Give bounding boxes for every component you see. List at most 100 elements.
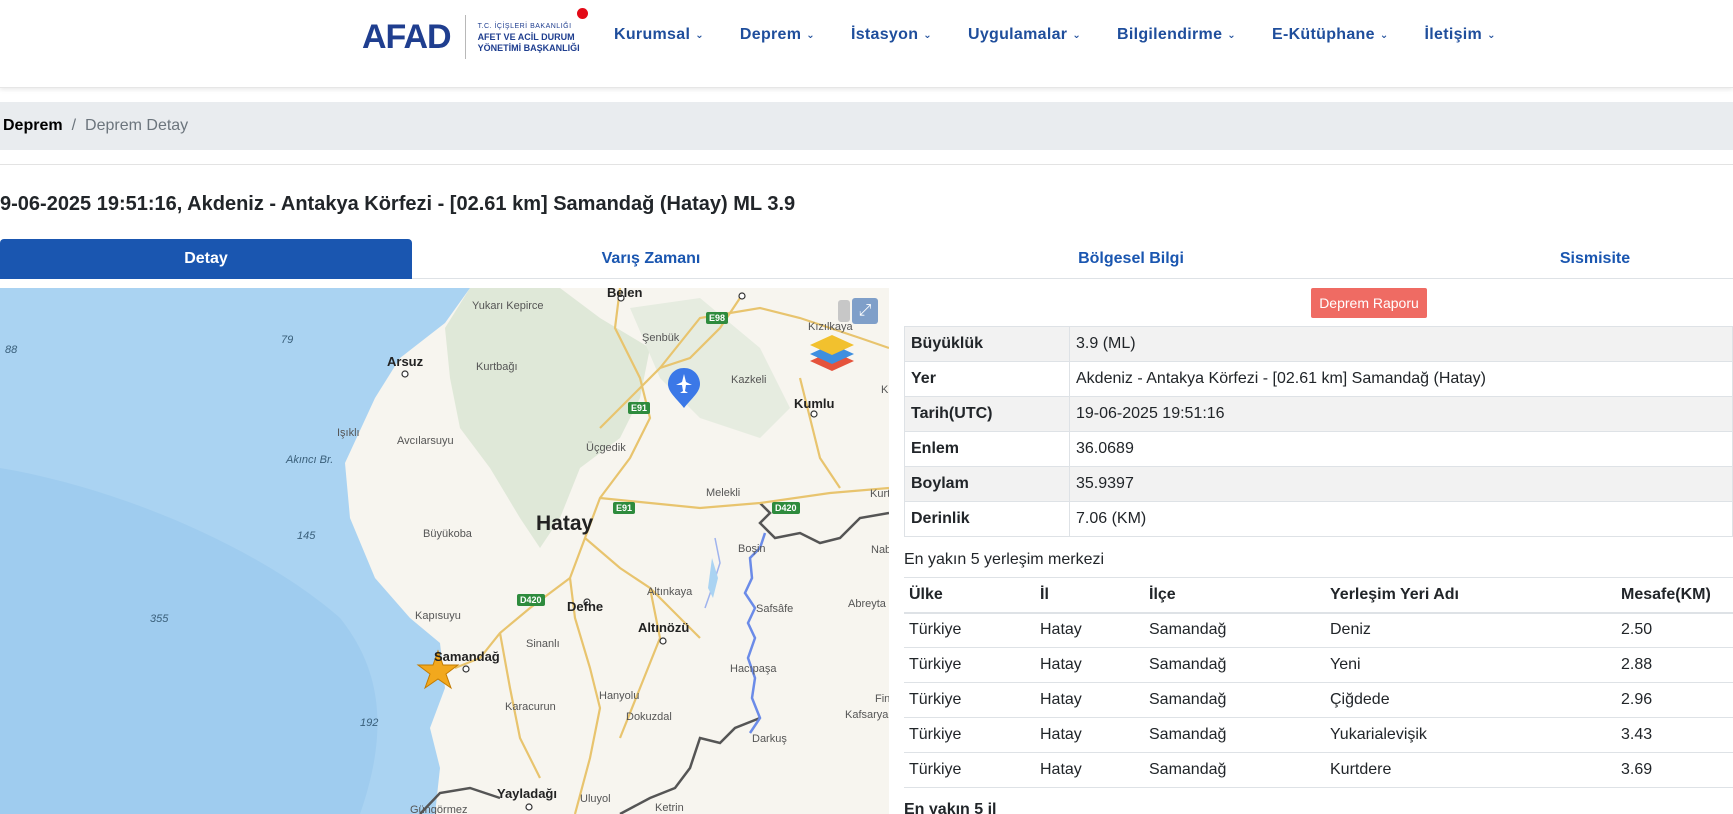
map-label: Belen	[607, 288, 643, 300]
nav-e-kutuphane[interactable]: E-Kütüphane ⌄	[1272, 26, 1389, 44]
map-label: Üçgedik	[586, 442, 626, 454]
nearest-provinces-label: En yakın 5 il	[904, 801, 997, 814]
table-cell: Samandağ	[1144, 612, 1325, 648]
map-label: Akıncı Br.	[286, 454, 334, 466]
tab-bar: Detay Varış Zamanı Bölgesel Bilgi Sismis…	[0, 239, 1733, 279]
map-label: Kazkeli	[731, 374, 767, 386]
nav-istasyon[interactable]: İstasyon ⌄	[851, 26, 932, 44]
map-label: Melekli	[706, 487, 741, 499]
map-label: Ketrin	[655, 802, 684, 814]
table-row: Büyüklük 3.9 (ML)	[904, 326, 1733, 362]
map-label: Şenbük	[642, 332, 680, 344]
depth-label: 145	[297, 530, 316, 542]
detail-key: Yer	[904, 361, 1070, 397]
breadcrumb-separator: /	[71, 117, 77, 134]
chevron-down-icon: ⌄	[1227, 29, 1236, 41]
logo-subtitle: T.C. İÇİŞLERİ BAKANLIĞI AFET VE ACİL DUR…	[478, 21, 580, 54]
nav-label: Bilgilendirme	[1117, 26, 1223, 43]
map-label: Yayladağı	[497, 786, 557, 801]
nav-uygulamalar[interactable]: Uygulamalar ⌄	[968, 26, 1081, 44]
table-header-row: Ülke İl İlçe Yerleşim Yeri Adı Mesafe(KM…	[904, 577, 1733, 614]
map-label: Kapısuyu	[415, 610, 461, 622]
detail-table: Büyüklük 3.9 (ML) Yer Akdeniz - Antakya Kör…	[904, 326, 1733, 537]
table-cell: Çiğdede	[1325, 682, 1616, 718]
nav-kurumsal[interactable]: Kurumsal ⌄	[614, 26, 704, 44]
map-label: Uluyol	[580, 793, 611, 805]
flag-icon	[576, 8, 588, 19]
road-badge: E91	[613, 502, 636, 514]
nearest-settlements-label: En yakın 5 yerleşim merkezi	[904, 551, 1105, 568]
table-row: Tarih(UTC) 19-06-2025 19:51:16	[904, 396, 1733, 432]
detail-key: Büyüklük	[904, 326, 1070, 362]
tab-detay[interactable]: Detay	[0, 239, 412, 279]
col-header-ilce: İlçe	[1144, 577, 1325, 614]
map-label: Kızılkaya	[808, 321, 853, 333]
table-row: Türkiye Hatay Samandağ Yeni 2.88	[904, 647, 1733, 683]
table-cell: Hatay	[1035, 717, 1144, 753]
table-cell: 2.50	[1616, 612, 1733, 648]
breadcrumb: Deprem / Deprem Detay	[0, 102, 1733, 150]
table-cell: Türkiye	[904, 612, 1035, 648]
col-header-yerlesim: Yerleşim Yeri Adı	[1325, 577, 1616, 614]
table-cell: 2.88	[1616, 647, 1733, 683]
detail-value: 7.06 (KM)	[1069, 501, 1733, 537]
table-cell: Hatay	[1035, 647, 1144, 683]
afad-logo[interactable]: AFAD T.C. İÇİŞLERİ BAKANLIĞI AFET VE ACİ…	[362, 8, 588, 62]
table-cell: Türkiye	[904, 647, 1035, 683]
depth-label: 192	[360, 717, 379, 729]
map-label: Altınözü	[638, 620, 690, 635]
depth-label: 88	[5, 344, 18, 356]
detail-key: Tarih(UTC)	[904, 396, 1070, 432]
tab-varis-zamani[interactable]: Varış Zamanı	[412, 239, 890, 279]
map-label: Güngörmez	[410, 804, 468, 814]
nav-bilgilendirme[interactable]: Bilgilendirme ⌄	[1117, 26, 1236, 44]
road-badge: E91	[628, 402, 651, 414]
table-cell: Deniz	[1325, 612, 1616, 648]
table-cell: Hatay	[1035, 612, 1144, 648]
map-label: Samandağ	[434, 649, 500, 664]
map-label: Boşin	[738, 543, 766, 555]
col-header-mesafe: Mesafe(KM)	[1616, 577, 1733, 614]
tab-sismisite[interactable]: Sismisite	[1372, 239, 1733, 279]
nav-label: Deprem	[739, 26, 802, 43]
detail-key: Boylam	[904, 466, 1070, 502]
detail-value: 19-06-2025 19:51:16	[1069, 396, 1733, 432]
table-row: Enlem 36.0689	[904, 431, 1733, 467]
map-label: Safsâfe	[756, 603, 794, 615]
tab-bolgesel-bilgi[interactable]: Bölgesel Bilgi	[890, 239, 1372, 279]
breadcrumb-root[interactable]: Deprem	[3, 117, 63, 135]
chevron-down-icon: ⌄	[923, 29, 932, 41]
earthquake-map[interactable]: Belen Yukarı Kepirce Şenbük Kızılkaya Ar…	[0, 288, 889, 814]
detail-key: Derinlik	[904, 501, 1070, 537]
detail-value: 36.0689	[1069, 431, 1733, 467]
table-row: Türkiye Hatay Samandağ Çiğdede 2.96	[904, 682, 1733, 718]
table-row: Türkiye Hatay Samandağ Kurtdere 3.69	[904, 752, 1733, 788]
depth-label: 355	[150, 613, 169, 625]
nav-label: Uygulamalar	[967, 26, 1068, 43]
table-cell: Türkiye	[904, 717, 1035, 753]
logo-line-1: T.C. İÇİŞLERİ BAKANLIĞI	[477, 22, 572, 30]
table-cell: Yukarialevişik	[1325, 717, 1616, 753]
nav-label: İstasyon	[850, 26, 919, 43]
map-label: Kafsarya	[845, 709, 889, 721]
map-scroll-handle[interactable]	[838, 300, 850, 322]
table-cell: Samandağ	[1144, 752, 1325, 788]
map-label: Darkuş	[752, 733, 787, 745]
logo-text: AFAD	[362, 17, 452, 56]
map-label: Nab	[871, 544, 889, 556]
map-label: Defne	[567, 599, 604, 614]
nav-deprem[interactable]: Deprem ⌄	[740, 26, 815, 44]
table-cell: Hatay	[1035, 682, 1144, 718]
logo-line-2: AFET VE ACİL DURUM	[477, 31, 575, 42]
layers-icon	[810, 335, 854, 371]
earthquake-report-button[interactable]: Deprem Raporu	[1311, 288, 1427, 318]
fullscreen-toggle-icon[interactable]: ⤢	[852, 298, 878, 324]
table-row: Derinlik 7.06 (KM)	[904, 501, 1733, 537]
table-cell: Türkiye	[904, 752, 1035, 788]
detail-value: Akdeniz - Antakya Körfezi - [02.61 km] S…	[1069, 361, 1733, 397]
lake	[708, 558, 718, 598]
road-badge: D420	[517, 594, 545, 606]
nav-iletisim[interactable]: İletişim ⌄	[1425, 26, 1496, 44]
table-row: Türkiye Hatay Samandağ Deniz 2.50	[904, 612, 1733, 648]
map-label: Kurtbağı	[476, 361, 518, 373]
